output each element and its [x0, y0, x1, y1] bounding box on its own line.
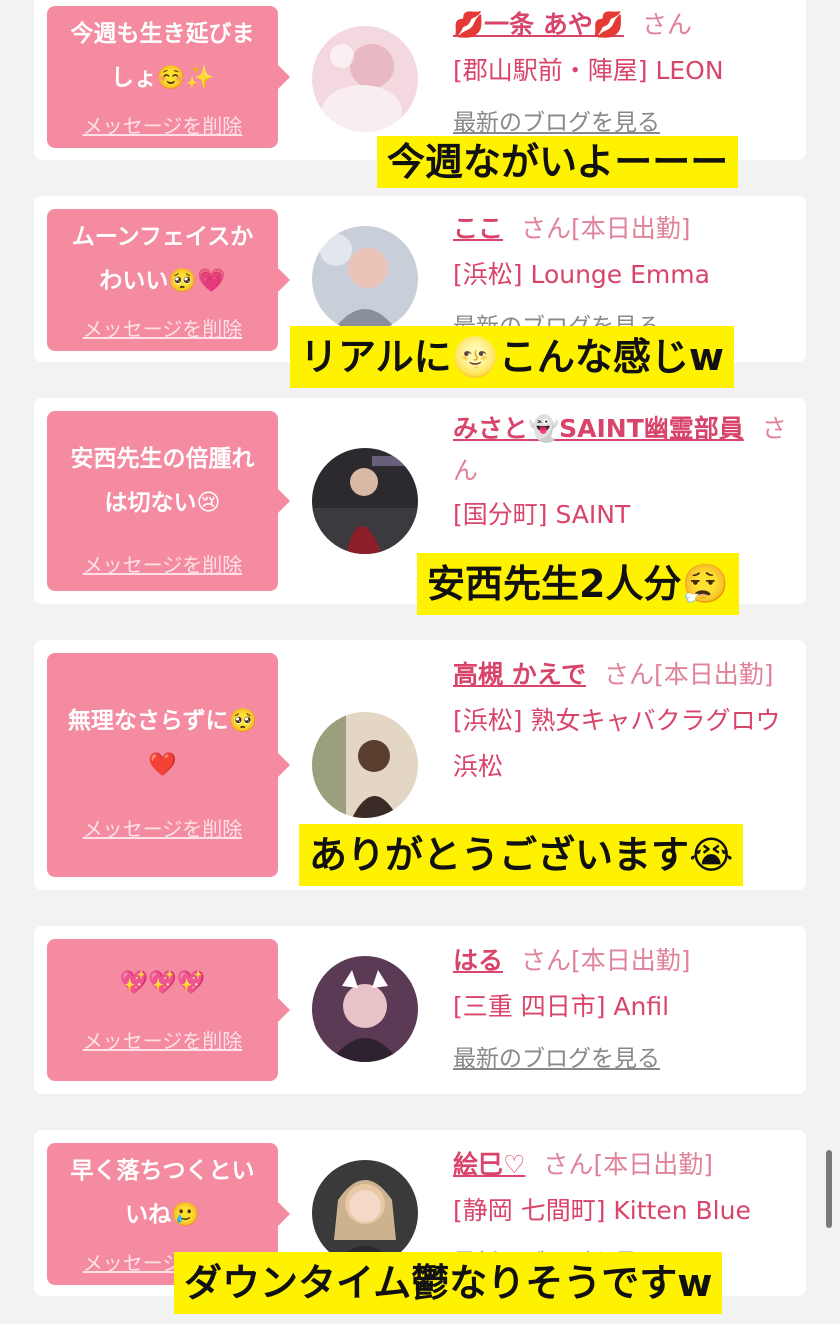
avatar[interactable] [312, 448, 418, 554]
avatar[interactable] [312, 226, 418, 332]
shop-name: [三重 四日市] Anfil [453, 992, 670, 1021]
message-text: 今週も生き延びま しょ☺️✨ [70, 21, 255, 91]
caption-overlay: ダウンタイム鬱なりそうですw [174, 1252, 723, 1314]
avatar[interactable] [312, 712, 418, 818]
cast-name-link[interactable]: 絵巳♡ [453, 1150, 525, 1179]
shop-name: [静岡 七間町] Kitten Blue [453, 1196, 751, 1225]
shop-name: [浜松] Lounge Emma [453, 260, 710, 289]
avatar[interactable] [312, 26, 418, 132]
avatar[interactable] [312, 956, 418, 1062]
shop-name: [郡山駅前・陣屋] LEON [453, 56, 724, 85]
message-text: 💖💖💖 [119, 970, 206, 996]
message-list-page: 今週も生き延びま しょ☺️✨ メッセージを削除 💋一条 あや💋 さん [郡山駅前・… [0, 0, 840, 1324]
message-text: 安西先生の倍腫れ は切ない😢 [70, 446, 255, 516]
cast-name-link[interactable]: 高槻 かえで [453, 660, 586, 689]
message-card: 💖💖💖 メッセージを削除 はる さん[本日出勤] [三重 四日市] Anfil 最… [34, 926, 806, 1094]
blog-link[interactable]: 最新のブログを見る [453, 1036, 798, 1082]
scrollbar[interactable] [826, 1150, 832, 1228]
message-bubble: 💖💖💖 メッセージを削除 [47, 939, 290, 1081]
cast-info: 💋一条 あや💋 さん [郡山駅前・陣屋] LEON 最新のブログを見る [453, 2, 798, 146]
caption-overlay: ありがとうございます😭 [299, 824, 744, 886]
caption-overlay: 今週ながいよーーー [377, 136, 739, 188]
honorific: さん [521, 214, 572, 243]
delete-message-link[interactable]: メッセージを削除 [47, 110, 278, 139]
message-bubble: 今週も生き延びま しょ☺️✨ メッセージを削除 [47, 6, 290, 148]
message-text: 早く落ちつくとい いね🥲 [70, 1158, 255, 1228]
cast-info: はる さん[本日出勤] [三重 四日市] Anfil 最新のブログを見る [453, 938, 798, 1082]
honorific: さん [543, 1150, 594, 1179]
attendance-status: [本日出勤] [571, 214, 691, 243]
cast-info: みさと👻SAINT幽霊部員 さん [国分町] SAINT [453, 408, 798, 538]
cast-info: 高槻 かえで さん[本日出勤] [浜松] 熟女キャバクラグロウ 浜松 [453, 652, 798, 790]
cast-name-link[interactable]: はる [453, 946, 503, 975]
cast-name-link[interactable]: みさと👻SAINT幽霊部員 [453, 414, 744, 443]
cast-name-link[interactable]: ここ [453, 214, 503, 243]
message-bubble: ムーンフェイスか わいい🥺💗 メッセージを削除 [47, 209, 290, 351]
attendance-status: [本日出勤] [593, 1150, 713, 1179]
cast-name-link[interactable]: 💋一条 あや💋 [453, 10, 624, 39]
shop-name: [浜松] 熟女キャバクラグロウ 浜松 [453, 706, 781, 781]
delete-message-link[interactable]: メッセージを削除 [47, 813, 278, 842]
message-text: 無理なさらずに🥺 ❤️ [67, 708, 258, 778]
delete-message-link[interactable]: メッセージを削除 [47, 1025, 278, 1054]
honorific: さん [641, 10, 692, 39]
honorific: さん [603, 660, 654, 689]
attendance-status: [本日出勤] [653, 660, 774, 689]
attendance-status: [本日出勤] [571, 946, 691, 975]
message-text: ムーンフェイスか わいい🥺💗 [71, 224, 254, 294]
caption-overlay: リアルに🌝こんな感じw [290, 326, 735, 388]
delete-message-link[interactable]: メッセージを削除 [47, 549, 278, 578]
avatar[interactable] [312, 1160, 418, 1266]
honorific: さん [521, 946, 572, 975]
shop-name: [国分町] SAINT [453, 500, 631, 529]
caption-overlay: 安西先生2人分😮‍💨 [417, 553, 739, 615]
delete-message-link[interactable]: メッセージを削除 [47, 313, 278, 342]
message-bubble: 無理なさらずに🥺 ❤️ メッセージを削除 [47, 653, 290, 877]
message-bubble: 安西先生の倍腫れ は切ない😢 メッセージを削除 [47, 411, 290, 591]
